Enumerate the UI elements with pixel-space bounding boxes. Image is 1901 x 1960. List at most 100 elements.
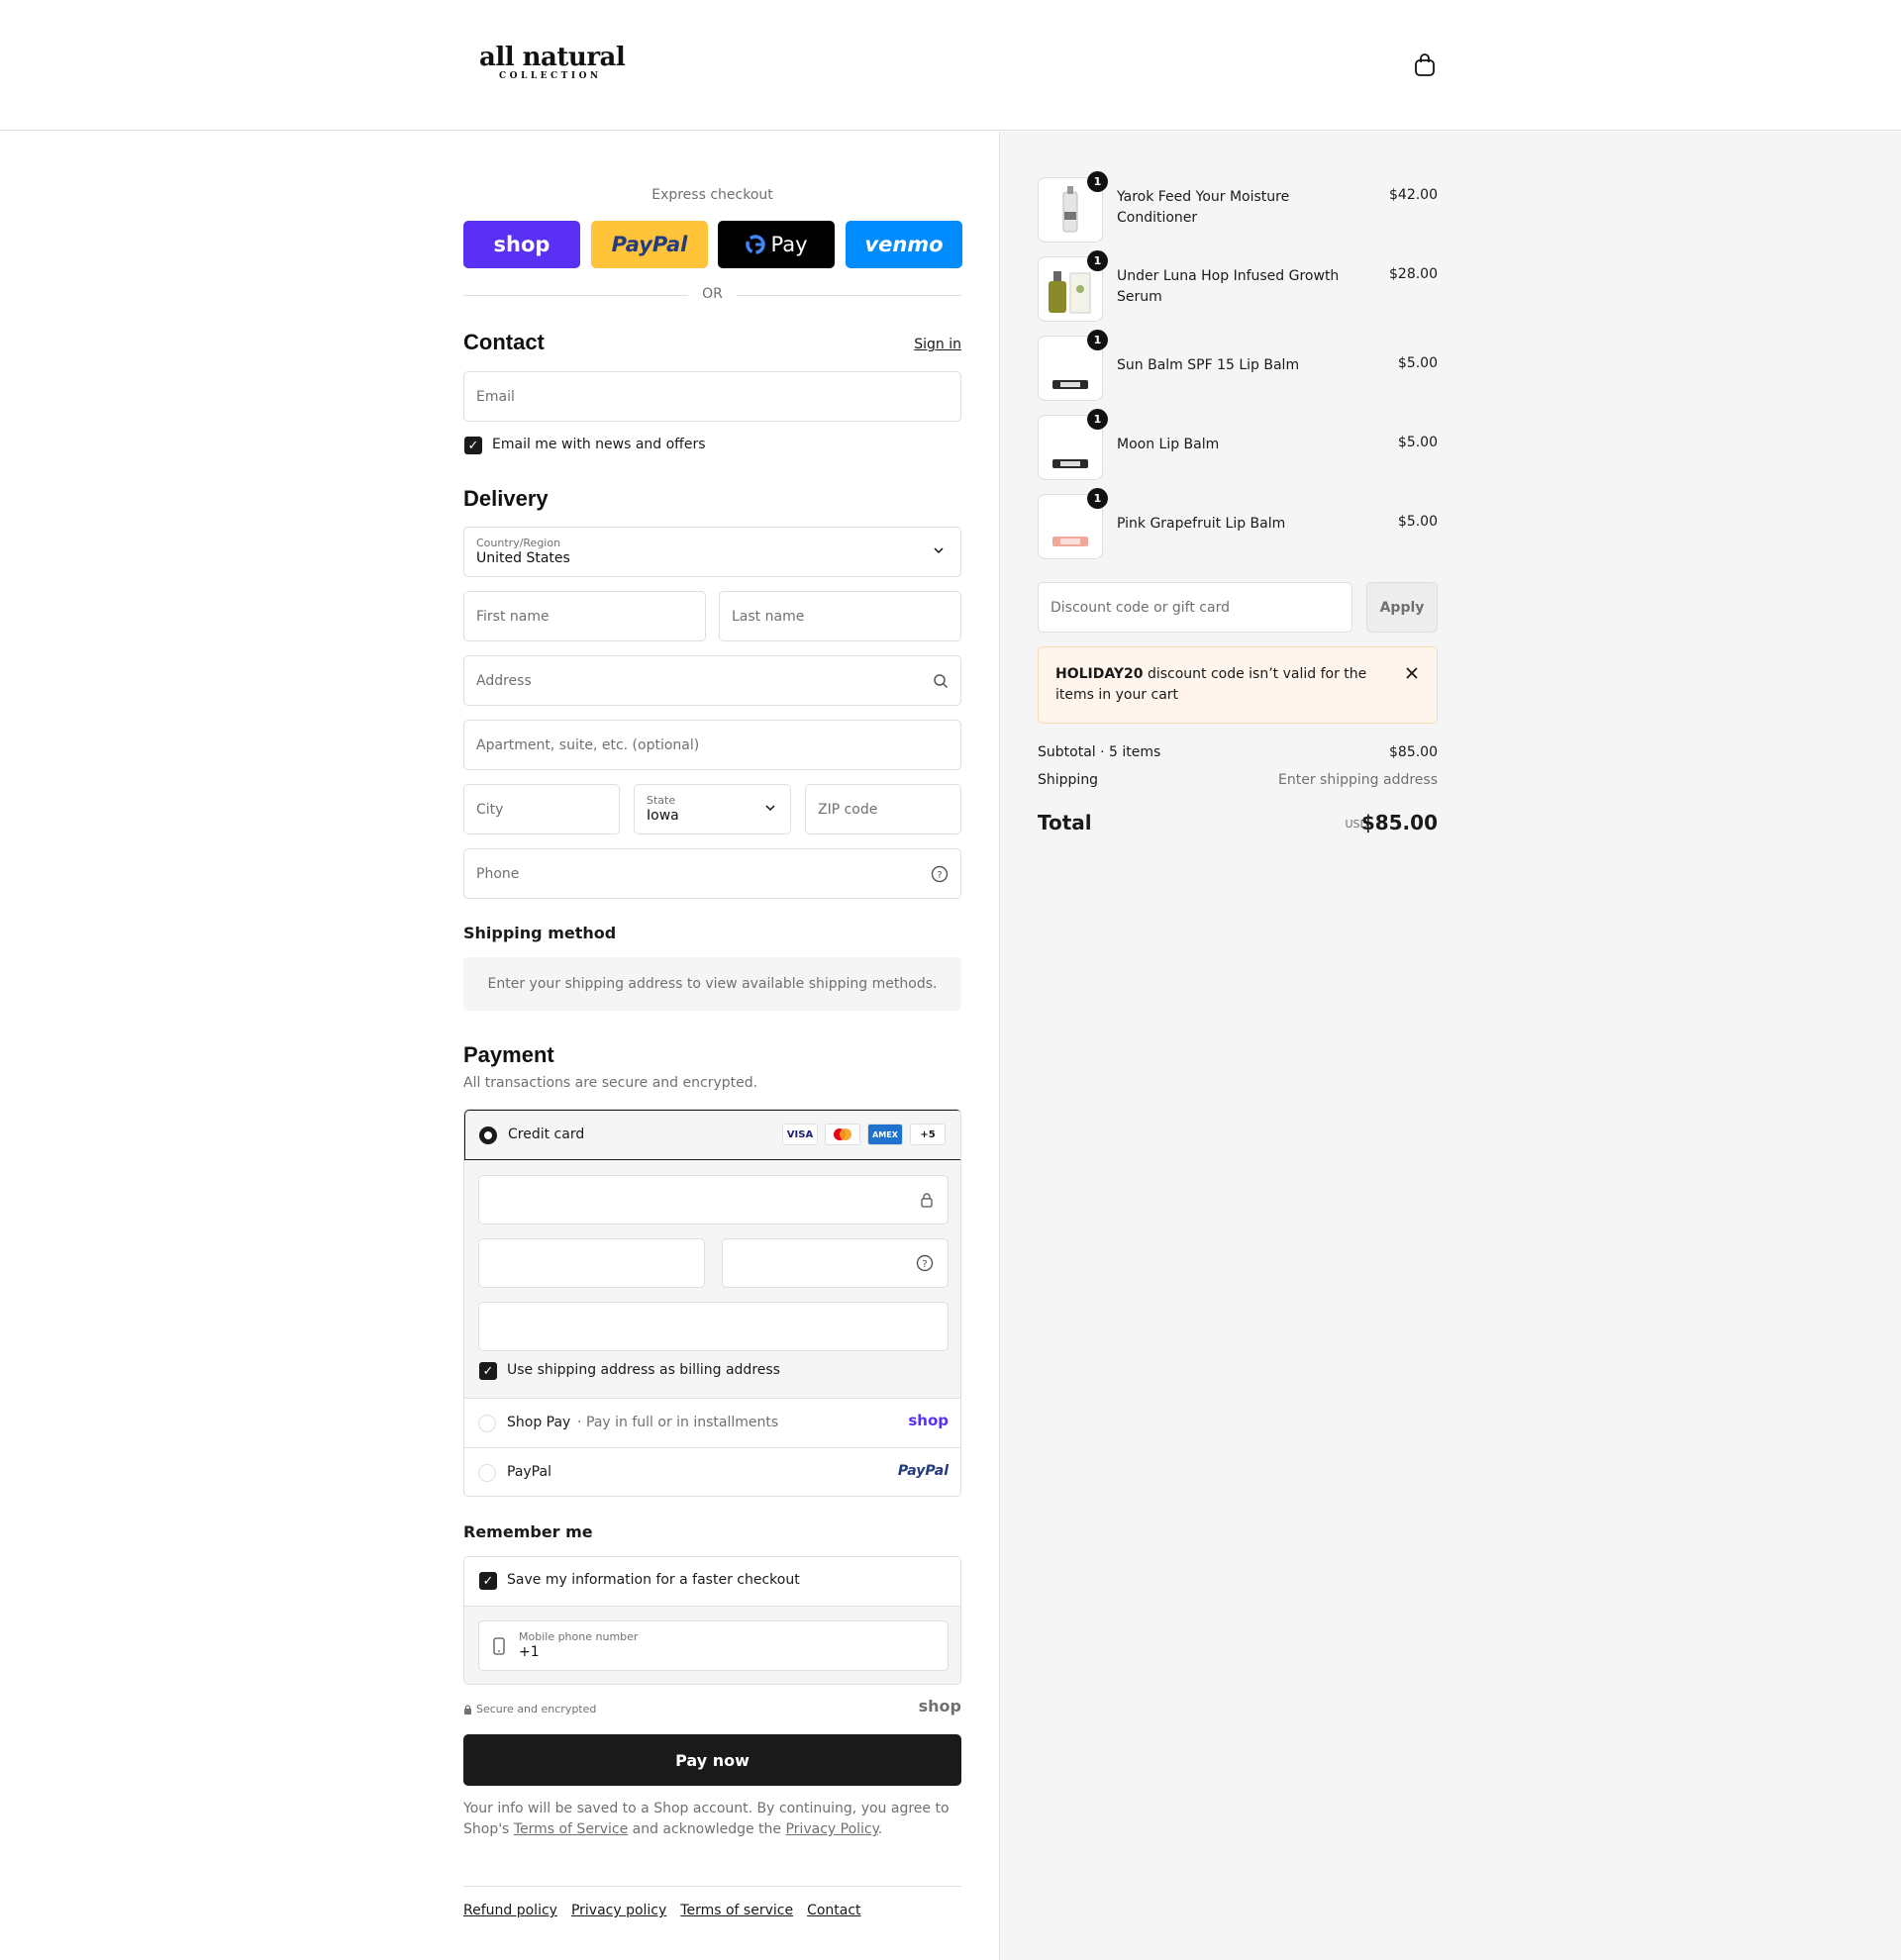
- billing-checkbox[interactable]: ✓: [479, 1362, 497, 1380]
- lock-icon: [920, 1192, 934, 1212]
- logo-main-text: all natural: [479, 43, 626, 72]
- save-info-label: Save my information for a faster checkou…: [507, 1572, 800, 1588]
- total-value: $85.00: [1360, 811, 1438, 834]
- card-details-panel: ? ✓ Use shipping address as billing addr…: [464, 1160, 960, 1399]
- country-label: Country/Region: [476, 537, 561, 549]
- store-logo[interactable]: all natural COLLECTION: [479, 44, 628, 89]
- country-select[interactable]: Country/Region United States: [463, 527, 961, 577]
- last-name-field[interactable]: Last name: [719, 591, 961, 641]
- item-price: $42.00: [1389, 187, 1438, 203]
- express-checkout-label: Express checkout: [651, 187, 773, 203]
- address-field[interactable]: Address: [463, 655, 961, 706]
- paypal-radio[interactable]: [478, 1464, 496, 1482]
- credit-card-label: Credit card: [508, 1127, 585, 1142]
- svg-text:?: ?: [937, 870, 942, 881]
- shop-pay-dot: ·: [577, 1415, 582, 1430]
- shop-pay-radio[interactable]: [478, 1415, 496, 1432]
- shopping-bag-icon[interactable]: [1414, 53, 1436, 77]
- discount-code-field[interactable]: Discount code or gift card: [1038, 582, 1352, 633]
- payment-methods: Credit card VISA AMEX +5 ? ✓ Use shippin…: [463, 1109, 961, 1497]
- first-name-field[interactable]: First name: [463, 591, 706, 641]
- venmo-express-button[interactable]: venmo: [846, 221, 962, 268]
- privacy-policy-link[interactable]: Privacy Policy: [785, 1821, 877, 1837]
- cart-item: 1 Moon Lip Balm $5.00: [1038, 409, 1438, 480]
- visa-icon: VISA: [782, 1124, 818, 1145]
- svg-text:?: ?: [922, 1259, 927, 1270]
- news-checkbox-label: Email me with news and offers: [492, 437, 706, 452]
- billing-checkbox-label: Use shipping address as billing address: [507, 1362, 780, 1378]
- shop-pay-label: Shop Pay: [507, 1415, 571, 1430]
- legal-text: Your info will be saved to a Shop accoun…: [463, 1799, 961, 1840]
- security-code-field[interactable]: ?: [722, 1238, 949, 1288]
- expiration-field[interactable]: [478, 1238, 705, 1288]
- footer-terms-link[interactable]: Terms of service: [680, 1903, 793, 1918]
- shop-pay-express-button[interactable]: shop: [463, 221, 580, 268]
- pay-now-button[interactable]: Pay now: [463, 1734, 961, 1786]
- secure-note: Secure and encrypted: [463, 1703, 596, 1715]
- contact-link[interactable]: Contact: [807, 1903, 860, 1918]
- state-select[interactable]: State Iowa: [634, 784, 791, 834]
- news-checkbox[interactable]: ✓: [464, 437, 482, 454]
- delivery-heading: Delivery: [463, 486, 549, 511]
- item-price: $5.00: [1397, 514, 1438, 530]
- legal-middle: and acknowledge the: [632, 1821, 782, 1837]
- card-number-field[interactable]: [478, 1175, 949, 1225]
- city-field[interactable]: City: [463, 784, 620, 834]
- mobile-phone-field[interactable]: Mobile phone number +1: [478, 1620, 949, 1671]
- chevron-down-icon: [933, 544, 945, 560]
- footer-divider: [463, 1886, 961, 1887]
- subtotal-label: Subtotal · 5 items: [1038, 744, 1161, 760]
- logo-sub-text: COLLECTION: [499, 71, 602, 81]
- amex-icon: AMEX: [867, 1124, 903, 1145]
- mobile-phone-icon: [493, 1637, 505, 1659]
- email-field[interactable]: Email: [463, 371, 961, 422]
- name-on-card-field[interactable]: [478, 1302, 949, 1351]
- credit-card-radio[interactable]: [479, 1127, 497, 1144]
- notice-code: HOLIDAY20: [1055, 666, 1144, 682]
- close-icon[interactable]: [1405, 666, 1419, 684]
- item-price: $28.00: [1389, 266, 1438, 282]
- chevron-down-icon: [764, 802, 776, 818]
- refund-policy-link[interactable]: Refund policy: [463, 1903, 557, 1918]
- item-price: $5.00: [1397, 435, 1438, 450]
- more-cards-badge: +5: [910, 1124, 946, 1145]
- city-placeholder: City: [476, 801, 504, 818]
- cart-item: 1 Under Luna Hop Infused Growth Serum $2…: [1038, 250, 1438, 322]
- phone-field[interactable]: Phone ?: [463, 848, 961, 899]
- help-icon[interactable]: ?: [931, 865, 949, 887]
- shipping-value: Enter shipping address: [1278, 772, 1438, 788]
- paypal-logo: PayPal: [611, 233, 688, 256]
- apartment-placeholder: Apartment, suite, etc. (optional): [476, 736, 700, 753]
- discount-error-notice: HOLIDAY20 discount code isn’t valid for …: [1038, 646, 1438, 724]
- venmo-logo: venmo: [864, 233, 944, 256]
- shop-pay-option[interactable]: Shop Pay · Pay in full or in installment…: [464, 1399, 960, 1448]
- footer-privacy-link[interactable]: Privacy policy: [571, 1903, 666, 1918]
- credit-card-option[interactable]: Credit card VISA AMEX +5: [464, 1110, 960, 1160]
- apply-button[interactable]: Apply: [1366, 582, 1438, 633]
- state-label: State: [647, 794, 676, 807]
- order-summary-panel: [999, 132, 1901, 1960]
- zip-field[interactable]: ZIP code: [805, 784, 961, 834]
- paypal-express-button[interactable]: PayPal: [591, 221, 708, 268]
- google-pay-express-button[interactable]: Pay: [718, 221, 835, 268]
- discount-placeholder: Discount code or gift card: [1051, 599, 1230, 616]
- help-icon[interactable]: ?: [916, 1254, 934, 1276]
- or-separator: OR: [702, 286, 723, 302]
- state-value: Iowa: [647, 808, 679, 824]
- secure-text: Secure and encrypted: [476, 1703, 597, 1715]
- shop-pay-subtitle: Pay in full or in installments: [586, 1415, 779, 1430]
- google-pay-label: Pay: [770, 233, 808, 256]
- item-name: Sun Balm SPF 15 Lip Balm: [1117, 357, 1300, 373]
- terms-of-service-link[interactable]: Terms of Service: [514, 1821, 628, 1837]
- quantity-badge: 1: [1087, 330, 1108, 350]
- contact-heading: Contact: [463, 330, 545, 354]
- sign-in-link[interactable]: Sign in: [914, 337, 961, 352]
- apartment-field[interactable]: Apartment, suite, etc. (optional): [463, 720, 961, 770]
- save-info-checkbox[interactable]: ✓: [479, 1572, 497, 1590]
- total-label: Total: [1038, 811, 1092, 834]
- quantity-badge: 1: [1087, 409, 1108, 430]
- mobile-phone-value: +1: [519, 1644, 540, 1660]
- paypal-option[interactable]: PayPal PayPal: [464, 1448, 960, 1496]
- email-placeholder: Email: [476, 388, 515, 405]
- remember-me-heading: Remember me: [463, 1522, 593, 1541]
